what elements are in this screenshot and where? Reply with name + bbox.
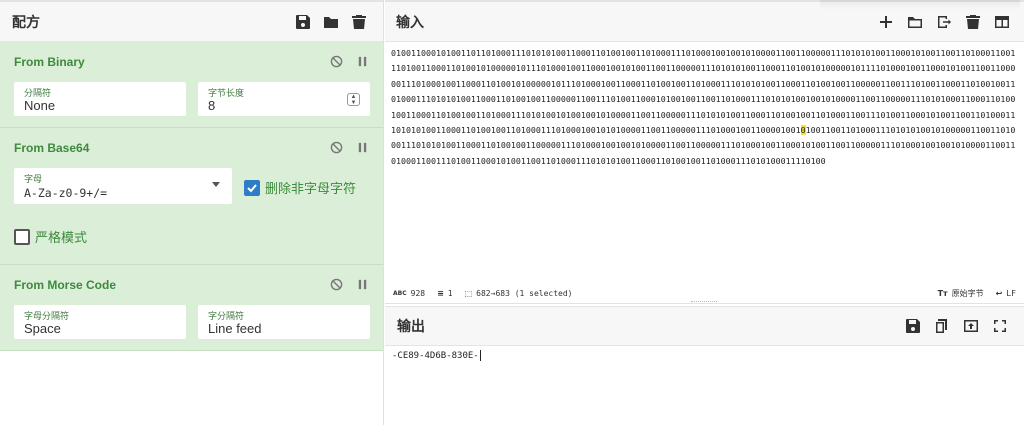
pause-icon[interactable]: [355, 140, 369, 154]
checkbox-label: 删除非字母字符: [265, 181, 357, 196]
maximize-icon[interactable]: [990, 316, 1010, 336]
save-output-icon[interactable]: [903, 316, 923, 336]
copy-output-icon[interactable]: [932, 316, 952, 336]
text-encoding-icon: Tт: [937, 289, 948, 298]
load-recipe-folder-icon[interactable]: [321, 12, 341, 32]
resize-handle[interactable]: [691, 301, 717, 303]
output-header: 输出: [385, 306, 1024, 346]
output-pane: 输出 -CE89-4D6B-830E-: [385, 306, 1024, 425]
clear-input-trash-icon[interactable]: [963, 12, 983, 32]
text-cursor: [479, 350, 481, 361]
disable-icon[interactable]: [329, 140, 343, 154]
encoding-value: 原始字节: [951, 289, 984, 298]
checkbox-checked-icon[interactable]: [244, 179, 260, 196]
word-delimiter-field[interactable]: 字分隔符 Line feed: [198, 305, 370, 339]
remove-non-alphabet-checkbox[interactable]: 删除非字母字符: [244, 178, 356, 197]
strict-mode-checkbox[interactable]: 严格模式: [14, 227, 87, 246]
field-value: Line feed: [208, 321, 262, 336]
input-text-before: 0100110001010011011010001110101010011000…: [391, 48, 1016, 136]
field-value: 8: [208, 98, 216, 113]
field-label: 字母: [24, 174, 43, 184]
reset-layout-icon[interactable]: [992, 12, 1012, 32]
save-recipe-icon[interactable]: [293, 12, 313, 32]
decorative-shadow: [820, 0, 1020, 10]
eol-selector[interactable]: ↩ LF: [996, 289, 1016, 298]
selection-value: 682→683 (1 selected): [476, 289, 573, 298]
replace-input-icon[interactable]: [961, 316, 981, 336]
operation-from-base64[interactable]: From Base64 字母 A-Za-z0-9+/= 删除非字母字符 严格模式: [0, 128, 383, 265]
pause-icon[interactable]: [355, 277, 369, 291]
clear-recipe-trash-icon[interactable]: [349, 12, 369, 32]
abc-length-icon: ABC: [393, 290, 407, 297]
encoding-selector[interactable]: Tт 原始字节: [938, 288, 984, 299]
operation-from-binary[interactable]: From Binary 分隔符 None 字节长度 8 ▲ ▼: [0, 42, 383, 128]
operation-title: From Morse Code: [14, 278, 117, 292]
input-pane: 输入 0100110001010011011010001110101010011…: [385, 0, 1024, 305]
field-value: Space: [24, 321, 61, 336]
selection-icon: ⬚: [464, 289, 473, 298]
selection-info: ⬚ 682→683 (1 selected): [465, 289, 573, 298]
recipe-pane: 配方 From Binary 分隔符 None 字节长度 8 ▲ ▼ From …: [0, 0, 384, 425]
checkbox-label: 严格模式: [35, 230, 88, 245]
output-title: 输出: [397, 318, 425, 334]
disable-icon[interactable]: [329, 277, 343, 291]
eol-value: LF: [1006, 289, 1016, 298]
field-value: A-Za-z0-9+/=: [24, 186, 108, 200]
line-count-value: 1: [447, 289, 453, 298]
byte-length-field[interactable]: 字节长度 8 ▲ ▼: [198, 82, 370, 116]
open-folder-icon[interactable]: [905, 12, 925, 32]
lines-icon: ≡: [437, 289, 444, 298]
delimiter-field[interactable]: 分隔符 None: [14, 82, 186, 116]
disable-icon[interactable]: [329, 54, 343, 68]
recipe-title: 配方: [12, 13, 40, 30]
input-textarea[interactable]: 0100110001010011011010001110101010011000…: [391, 46, 1019, 282]
output-text-value: -CE89-4D6B-830E-: [392, 350, 479, 361]
chevron-down-icon: [212, 182, 220, 187]
number-spinner-icon[interactable]: ▲ ▼: [347, 93, 360, 106]
pause-icon[interactable]: [355, 54, 369, 68]
return-arrow-icon: ↩: [995, 289, 1003, 298]
char-count-value: 928: [410, 289, 426, 298]
open-file-import-icon[interactable]: [934, 12, 954, 32]
operation-title: From Base64: [14, 141, 90, 155]
alphabet-dropdown[interactable]: 字母 A-Za-z0-9+/=: [14, 168, 232, 204]
add-input-tab-plus-icon[interactable]: [876, 12, 896, 32]
operation-title: From Binary: [14, 55, 85, 69]
checkbox-unchecked-icon[interactable]: [14, 228, 30, 245]
field-value: None: [24, 98, 56, 113]
recipe-header: 配方: [0, 0, 383, 42]
char-count: ABC 928: [393, 289, 425, 298]
letter-delimiter-field[interactable]: 字母分隔符 Space: [14, 305, 186, 339]
output-textarea[interactable]: -CE89-4D6B-830E-: [392, 350, 481, 361]
operation-from-morse-code[interactable]: From Morse Code 字母分隔符 Space 字分隔符 Line fe…: [0, 265, 383, 351]
line-count: ≡ 1: [437, 289, 453, 298]
input-title: 输入: [396, 13, 424, 30]
